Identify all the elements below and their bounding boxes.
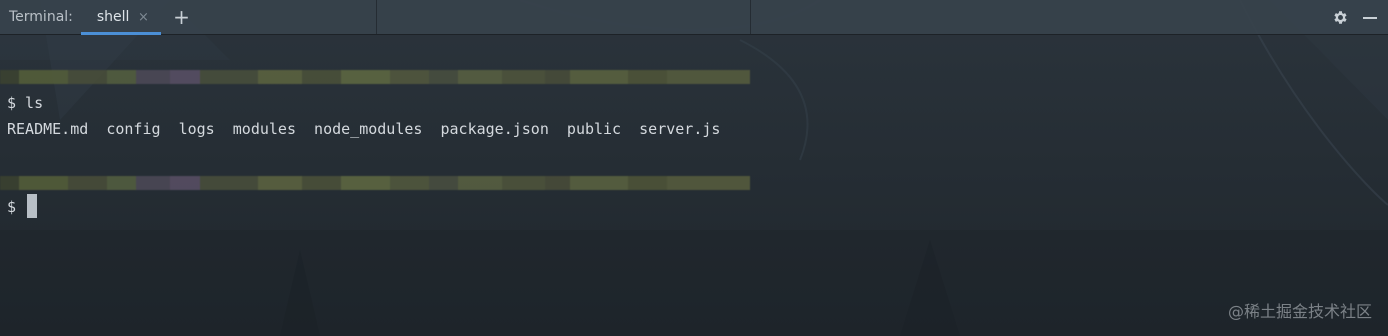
terminal-title: Terminal:	[9, 9, 73, 25]
terminal-prompt: $	[7, 198, 26, 216]
tab-label: shell	[96, 9, 130, 25]
terminal-tab-bar: Terminal: shell × +	[0, 0, 1388, 35]
tab-divider	[750, 0, 751, 35]
terminal-cursor	[27, 194, 37, 218]
close-icon[interactable]: ×	[137, 11, 149, 24]
add-tab-icon[interactable]: +	[169, 5, 193, 29]
redacted-prompt-line	[0, 176, 751, 190]
minimize-icon[interactable]	[1360, 8, 1380, 28]
terminal-line: README.md config logs modules node_modul…	[7, 120, 721, 138]
tab-divider	[376, 0, 377, 35]
tab-shell[interactable]: shell ×	[80, 0, 162, 35]
tab-actions	[1330, 0, 1388, 35]
watermark: @稀土掘金技术社区	[1227, 302, 1372, 321]
terminal-line: $ ls	[7, 94, 44, 112]
terminal-output[interactable]: $ ls README.md config logs modules node_…	[0, 36, 1388, 336]
redacted-prompt-line	[0, 70, 751, 84]
gear-icon[interactable]	[1330, 8, 1350, 28]
